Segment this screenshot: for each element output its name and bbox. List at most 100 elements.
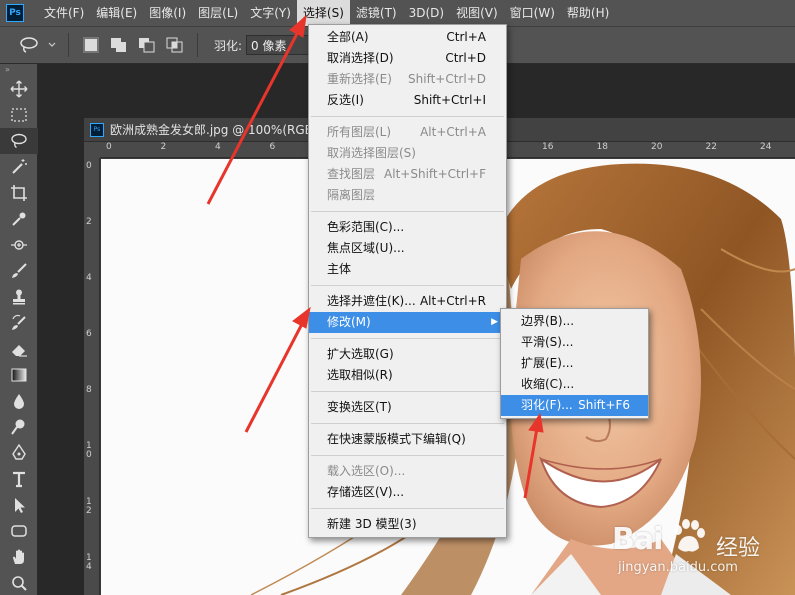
brush-tool[interactable] (0, 258, 38, 284)
gradient-tool[interactable] (0, 362, 38, 388)
menu-file[interactable]: 文件(F) (38, 0, 90, 26)
watermark-brand: Bai (612, 522, 663, 557)
watermark-url: jingyan.baidu.com (618, 560, 738, 575)
hand-tool[interactable] (0, 544, 38, 570)
stamp-icon (13, 289, 25, 305)
menu-item-focus-area[interactable]: 焦点区域(U)... (309, 238, 506, 259)
type-tool[interactable] (0, 466, 38, 492)
menu-item-all-layers[interactable]: 所有图层(L) Alt+Ctrl+A (309, 122, 506, 143)
move-tool[interactable] (0, 76, 38, 102)
menu-view[interactable]: 视图(V) (450, 0, 504, 26)
ruler-tick-label: 0 (106, 142, 112, 152)
ruler-vertical[interactable]: 0 2 4 6 8 1 0 1 2 1 4 (84, 158, 100, 595)
marquee-tool[interactable] (0, 102, 38, 128)
ruler-tick-label: 0 (86, 161, 92, 171)
menu-image[interactable]: 图像(I) (143, 0, 192, 26)
water-drop-icon (14, 394, 24, 409)
submenu-item-border[interactable]: 边界(B)... (501, 311, 648, 332)
menu-item-find-layers[interactable]: 查找图层 Alt+Shift+Ctrl+F (309, 164, 506, 185)
type-icon (13, 471, 25, 488)
menu-item-color-range[interactable]: 色彩范围(C)... (309, 217, 506, 238)
eyedropper-tool[interactable] (0, 206, 38, 232)
history-brush-tool[interactable] (0, 310, 38, 336)
menu-item-similar[interactable]: 选取相似(R) (309, 365, 506, 386)
menu-item-select-all[interactable]: 全部(A) Ctrl+A (309, 27, 506, 48)
shape-tool[interactable] (0, 518, 38, 544)
menu-item-grow[interactable]: 扩大选取(G) (309, 344, 506, 365)
menu-divider (311, 211, 504, 212)
ruler-tick-label: 4 (86, 273, 92, 283)
feather-input[interactable] (246, 35, 315, 55)
menu-help[interactable]: 帮助(H) (561, 0, 615, 26)
document-title: 欧洲成熟金发女郎.jpg @ 100%(RGB/ (110, 123, 317, 137)
submenu-item-feather[interactable]: 羽化(F)... Shift+F6 (501, 395, 648, 416)
submenu-item-smooth[interactable]: 平滑(S)... (501, 332, 648, 353)
ruler-tick-label: 2 (160, 142, 167, 152)
healing-brush-tool[interactable] (0, 232, 38, 258)
ruler-tick-label: 4 (215, 142, 221, 152)
menu-item-inverse[interactable]: 反选(I) Shift+Ctrl+I (309, 90, 506, 111)
menu-3d[interactable]: 3D(D) (403, 0, 450, 26)
submenu-item-contract[interactable]: 收缩(C)... (501, 374, 648, 395)
lasso-icon (20, 37, 38, 53)
divider (68, 33, 69, 57)
zoom-tool[interactable] (0, 570, 38, 595)
eyedropper-icon (12, 212, 26, 226)
menu-window[interactable]: 窗口(W) (504, 0, 561, 26)
menu-item-isolate-layers[interactable]: 隔离图层 (309, 185, 506, 206)
ruler-tick-label: 2 (86, 217, 92, 227)
feather-label: 羽化: (214, 38, 243, 53)
menu-select[interactable]: 选择(S) (296, 0, 350, 26)
blur-tool[interactable] (0, 388, 38, 414)
menu-item-transform-selection[interactable]: 变换选区(T) (309, 397, 506, 418)
add-to-selection-button[interactable] (109, 36, 129, 54)
menu-item-load-selection[interactable]: 载入选区(O)... (309, 461, 506, 482)
magic-wand-icon (12, 159, 27, 174)
healing-brush-icon (11, 240, 27, 250)
tool-preset-picker[interactable] (14, 33, 60, 57)
paw-logo-icon (674, 519, 705, 552)
menu-item-deselect-layers[interactable]: 取消选择图层(S) (309, 143, 506, 164)
lasso-tool[interactable] (0, 128, 38, 154)
path-selection-tool[interactable] (0, 492, 38, 518)
pen-tool[interactable] (0, 440, 38, 466)
menu-item-select-and-mask[interactable]: 选择并遮住(K)... Alt+Ctrl+R (309, 291, 506, 312)
submenu-item-expand[interactable]: 扩展(E)... (501, 353, 648, 374)
menu-divider (311, 508, 504, 509)
ruler-tick-label: 1 4 (86, 553, 92, 572)
ruler-tick-label: 16 (542, 142, 554, 152)
menu-item-quick-mask[interactable]: 在快速蒙版模式下编辑(Q) (309, 429, 506, 450)
menu-edit[interactable]: 编辑(E) (90, 0, 143, 26)
menu-item-modify[interactable]: 修改(M) ▶ (309, 312, 506, 333)
move-icon (10, 80, 28, 98)
subtract-from-selection-button[interactable] (137, 36, 157, 54)
menu-item-save-selection[interactable]: 存储选区(V)... (309, 482, 506, 503)
magic-wand-tool[interactable] (0, 154, 38, 180)
menu-filter[interactable]: 滤镜(T) (350, 0, 403, 26)
menu-item-subject[interactable]: 主体 (309, 259, 506, 280)
photoshop-logo-icon: Ps (6, 4, 24, 22)
menu-item-new-3d-model[interactable]: 新建 3D 模型(3) (309, 514, 506, 535)
crop-tool[interactable] (0, 180, 38, 206)
menu-type[interactable]: 文字(Y) (244, 0, 297, 26)
menu-divider (311, 338, 504, 339)
ruler-tick-label: 1 0 (86, 441, 92, 460)
new-selection-button[interactable] (83, 37, 99, 53)
gradient-icon (11, 368, 27, 382)
menu-layer[interactable]: 图层(L) (192, 0, 244, 26)
rounded-rectangle-icon (11, 525, 27, 537)
eraser-icon (12, 345, 27, 357)
ruler-tick-label: 22 (705, 142, 717, 152)
clone-stamp-tool[interactable] (0, 284, 38, 310)
eraser-tool[interactable] (0, 336, 38, 362)
collapse-panel-icon[interactable]: » (0, 64, 37, 76)
lasso-icon (11, 133, 27, 149)
ruler-corner (84, 142, 100, 158)
zoom-icon (12, 576, 27, 591)
menu-divider (311, 455, 504, 456)
menu-item-reselect[interactable]: 重新选择(E) Shift+Ctrl+D (309, 69, 506, 90)
menu-divider (311, 116, 504, 117)
intersect-selection-button[interactable] (165, 36, 185, 54)
dodge-tool[interactable] (0, 414, 38, 440)
menu-item-deselect[interactable]: 取消选择(D) Ctrl+D (309, 48, 506, 69)
